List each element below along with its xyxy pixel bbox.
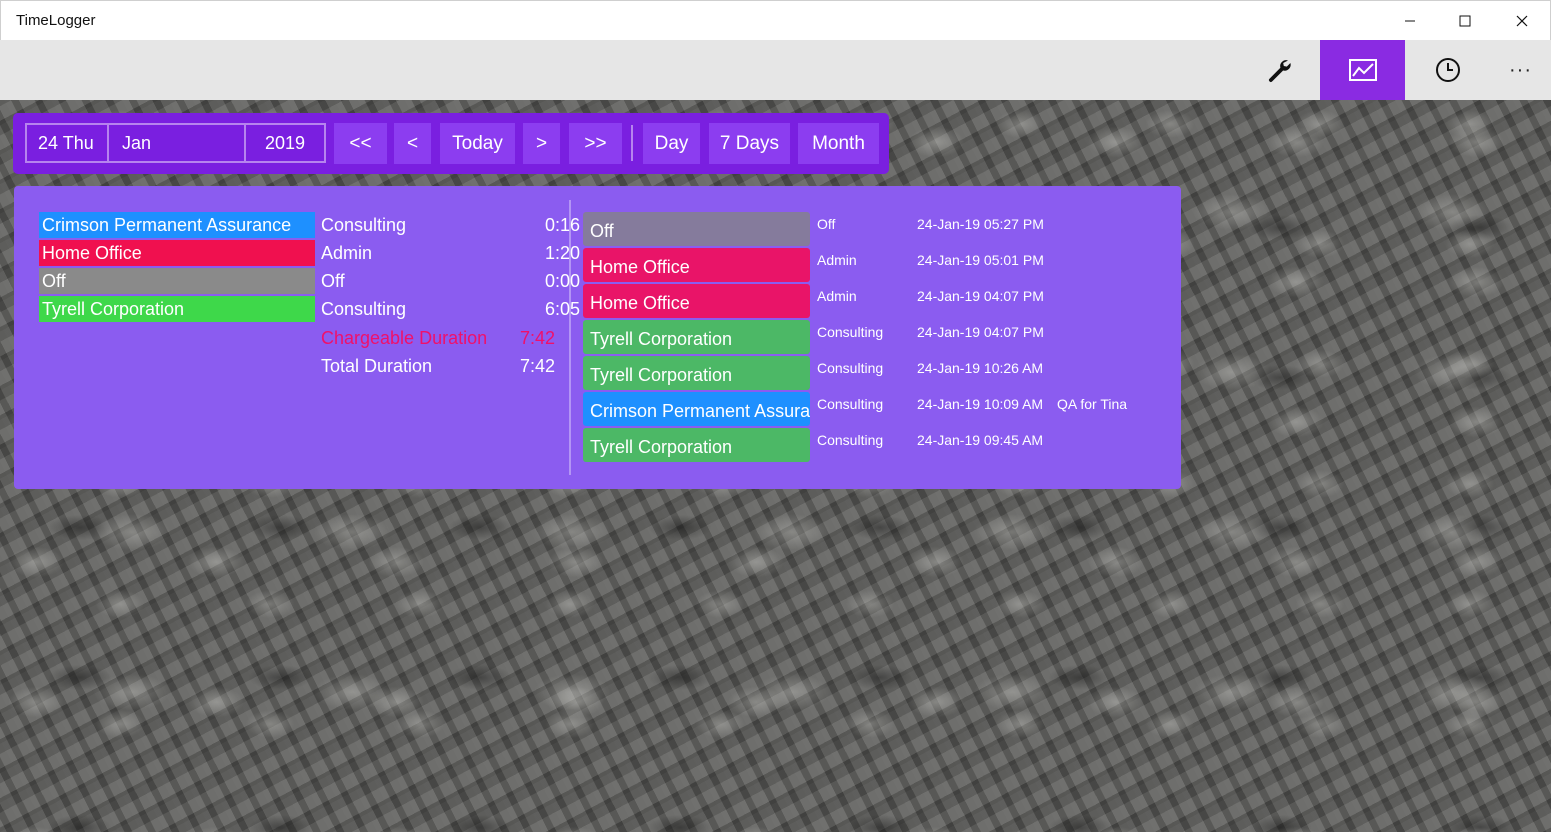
entry-activity: Consulting [817, 396, 884, 412]
entry-timestamp: 24-Jan-19 05:01 PM [917, 252, 1044, 268]
entry-timestamp: 24-Jan-19 04:07 PM [917, 324, 1044, 340]
entry-activity: Consulting [817, 324, 884, 340]
entry-activity: Off [817, 216, 836, 232]
entry-activity: Admin [817, 288, 857, 304]
entry-activity: Admin [817, 252, 857, 268]
timer-button[interactable] [1405, 40, 1490, 100]
entry-client-tag[interactable]: Home Office [583, 248, 810, 282]
chargeable-duration-label: Chargeable Duration [321, 328, 488, 348]
entry-client-tag[interactable]: Crimson Permanent Assurance [583, 392, 810, 426]
date-year-field[interactable]: 2019 [246, 125, 324, 161]
command-bar: ··· [0, 40, 1551, 100]
report-panel: Crimson Permanent Assurance Consulting 0… [14, 186, 1181, 489]
total-duration-value: 7:42 [519, 356, 555, 376]
settings-button[interactable] [1236, 40, 1321, 100]
summary-client-tag: Tyrell Corporation [39, 296, 315, 322]
more-button[interactable]: ··· [1490, 40, 1551, 100]
last-button[interactable]: >> [569, 123, 622, 164]
today-button[interactable]: Today [440, 123, 515, 164]
wrench-icon [1268, 60, 1291, 82]
entry-activity: Consulting [817, 360, 884, 376]
more-icon: ··· [1509, 58, 1532, 81]
nav-divider [631, 125, 633, 161]
month-view-button[interactable]: Month [798, 123, 879, 164]
chart-icon [1348, 59, 1377, 81]
window-title: TimeLogger [16, 12, 96, 29]
entry-client-tag[interactable]: Tyrell Corporation [583, 428, 810, 462]
prev-button[interactable]: < [394, 123, 431, 164]
maximize-icon [1459, 15, 1471, 27]
first-button[interactable]: << [334, 123, 387, 164]
day-view-button[interactable]: Day [643, 123, 700, 164]
total-duration-label: Total Duration [321, 356, 433, 376]
entry-activity: Consulting [817, 432, 884, 448]
entry-client-tag[interactable]: Home Office [583, 284, 810, 318]
clock-icon [1435, 58, 1460, 82]
entry-client-tag[interactable]: Tyrell Corporation [583, 356, 810, 390]
entry-timestamp: 24-Jan-19 04:07 PM [917, 288, 1044, 304]
summary-client-tag: Home Office [39, 240, 315, 266]
date-day-field[interactable]: 24 Thu [27, 125, 109, 161]
entry-timestamp: 24-Jan-19 05:27 PM [917, 216, 1044, 232]
title-bar: TimeLogger [0, 0, 1551, 40]
close-button[interactable] [1494, 1, 1550, 41]
minimize-icon [1405, 20, 1415, 22]
close-icon [1516, 15, 1528, 27]
seven-days-view-button[interactable]: 7 Days [709, 123, 790, 164]
entry-timestamp: 24-Jan-19 10:09 AM [917, 396, 1044, 412]
summary-client-tag: Crimson Permanent Assurance [39, 212, 315, 238]
summary-client-tag: Off [39, 268, 315, 294]
entry-timestamp: 24-Jan-19 09:45 AM [917, 432, 1044, 448]
panel-divider [569, 200, 571, 475]
entry-note: QA for Tina [1057, 396, 1128, 412]
entry-client-tag[interactable]: Tyrell Corporation [583, 320, 810, 354]
summary-activity: Consulting [321, 299, 407, 319]
date-picker[interactable]: 24 Thu Jan 2019 [25, 123, 326, 163]
report-button[interactable] [1320, 40, 1405, 100]
summary-activity: Consulting [321, 215, 407, 235]
entry-client-tag[interactable]: Off [583, 212, 810, 246]
summary-activity: Admin [321, 243, 373, 263]
date-month-field[interactable]: Jan [109, 125, 246, 161]
next-button[interactable]: > [523, 123, 560, 164]
chargeable-duration-value: 7:42 [519, 328, 555, 348]
entry-timestamp: 24-Jan-19 10:26 AM [917, 360, 1044, 376]
date-navigation-bar: 24 Thu Jan 2019 << < Today > >> Day 7 Da… [13, 113, 889, 174]
maximize-button[interactable] [1437, 1, 1493, 41]
minimize-button[interactable] [1382, 1, 1438, 41]
summary-activity: Off [321, 271, 345, 291]
